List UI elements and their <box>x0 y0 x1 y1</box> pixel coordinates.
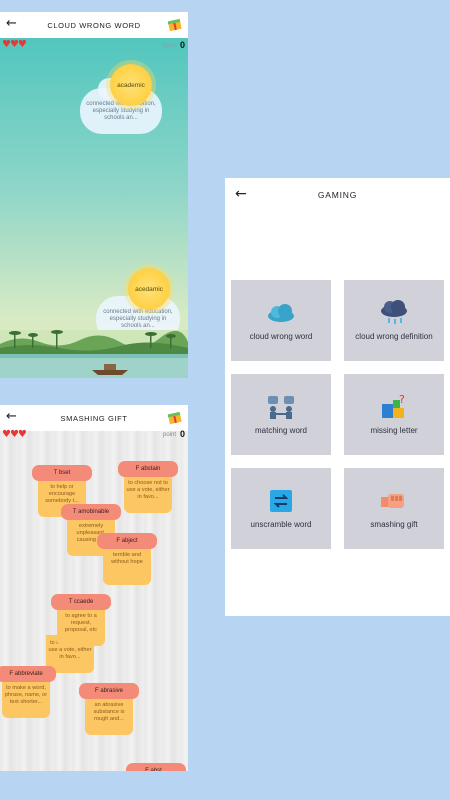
tile-label: missing letter <box>370 426 418 435</box>
gift-card-word <box>40 613 100 629</box>
fist-icon <box>379 488 409 514</box>
back-arrow-icon[interactable]: ← <box>6 409 20 425</box>
tile-missing-letter[interactable]: ? missing letter <box>344 374 444 455</box>
definition-text: connected with education, especially stu… <box>86 101 156 121</box>
point-value: 0 <box>179 40 185 50</box>
tile-matching-word[interactable]: matching word <box>231 374 331 455</box>
gift-card[interactable]: F abrasive an abrasive substance is roug… <box>79 683 139 735</box>
rain-cloud-icon <box>379 300 409 326</box>
gift-card[interactable]: F abstain to choose not to use a vote, e… <box>118 461 178 513</box>
gift-card-word: F abrasive <box>79 683 139 699</box>
gift-card-definition: an abrasive substance is rough and... <box>85 697 133 735</box>
gift-card-word: T amobinable <box>61 504 121 520</box>
gift-card[interactable]: F abject terrible and without hope <box>97 533 157 585</box>
gift-card-word: F abst... <box>126 763 186 771</box>
point-value: 0 <box>179 429 185 439</box>
sun-word-label: academic <box>117 81 145 89</box>
matching-icon <box>266 394 296 420</box>
svg-text:?: ? <box>399 394 405 406</box>
gift-card-word: F abstain <box>118 461 178 477</box>
tile-cloud-wrong-definition[interactable]: cloud wrong definition <box>344 280 444 361</box>
cloud-icon <box>266 300 296 326</box>
gift-card[interactable]: F abbreviate to make a word, phrase, nam… <box>0 666 56 718</box>
screen-title: SMASHING GIFT <box>60 413 128 423</box>
landscape-illustration <box>0 330 188 378</box>
gift-card-definition: to choose not to use a vote, either in f… <box>124 475 172 513</box>
cloud-wrong-word-screen: ← CLOUD WRONG WORD ♥♥♥ point 0 connected… <box>0 12 188 378</box>
tile-smashing-gift[interactable]: smashing gift <box>344 468 444 549</box>
point-label: point <box>162 43 176 49</box>
gift-box-icon[interactable] <box>168 410 182 424</box>
gift-card-word: F abject <box>97 533 157 549</box>
puzzle-icon: ? <box>379 394 409 420</box>
tile-label: cloud wrong definition <box>355 332 433 341</box>
screen-title: CLOUD WRONG WORD <box>47 20 141 30</box>
tile-label: matching word <box>254 426 308 435</box>
sun-word-label: acedamic <box>135 285 163 293</box>
lives-hearts: ♥♥♥ <box>2 429 27 440</box>
smashing-gift-screen: ← SMASHING GIFT ♥♥♥ point 0 T bset to he… <box>0 405 188 771</box>
tile-cloud-wrong-word[interactable]: cloud wrong word <box>231 280 331 361</box>
tile-label: smashing gift <box>370 520 418 529</box>
gift-box-icon[interactable] <box>168 17 182 31</box>
gift-card[interactable]: F abst... <box>126 763 186 771</box>
gift-card-definition: terrible and without hope <box>103 547 151 585</box>
point-label: point <box>162 432 176 438</box>
tile-label: unscramble word <box>250 520 312 529</box>
gift-card-word: T ccaede <box>51 594 111 610</box>
gaming-menu-screen: ← GAMING cloud wrong word cloud wrong de… <box>225 178 450 616</box>
gift-card-definition: to make a word, phrase, name, or text sh… <box>2 680 50 718</box>
sun-word[interactable]: acedamic <box>128 268 170 310</box>
lives-hearts: ♥♥♥ <box>2 39 27 50</box>
swap-icon <box>266 488 296 514</box>
gift-card-word: F abbreviate <box>0 666 56 682</box>
tile-unscramble-word[interactable]: unscramble word <box>231 468 331 549</box>
back-arrow-icon[interactable]: ← <box>6 16 20 32</box>
app-bar: ← SMASHING GIFT <box>0 405 188 431</box>
definition-text: connected with education, especially stu… <box>103 309 173 329</box>
tile-label: cloud wrong word <box>249 332 313 341</box>
gift-card-word: T bset <box>32 465 92 481</box>
sun-word[interactable]: academic <box>110 64 152 106</box>
screen-title: GAMING <box>317 190 358 200</box>
app-bar: ← CLOUD WRONG WORD <box>0 12 188 38</box>
